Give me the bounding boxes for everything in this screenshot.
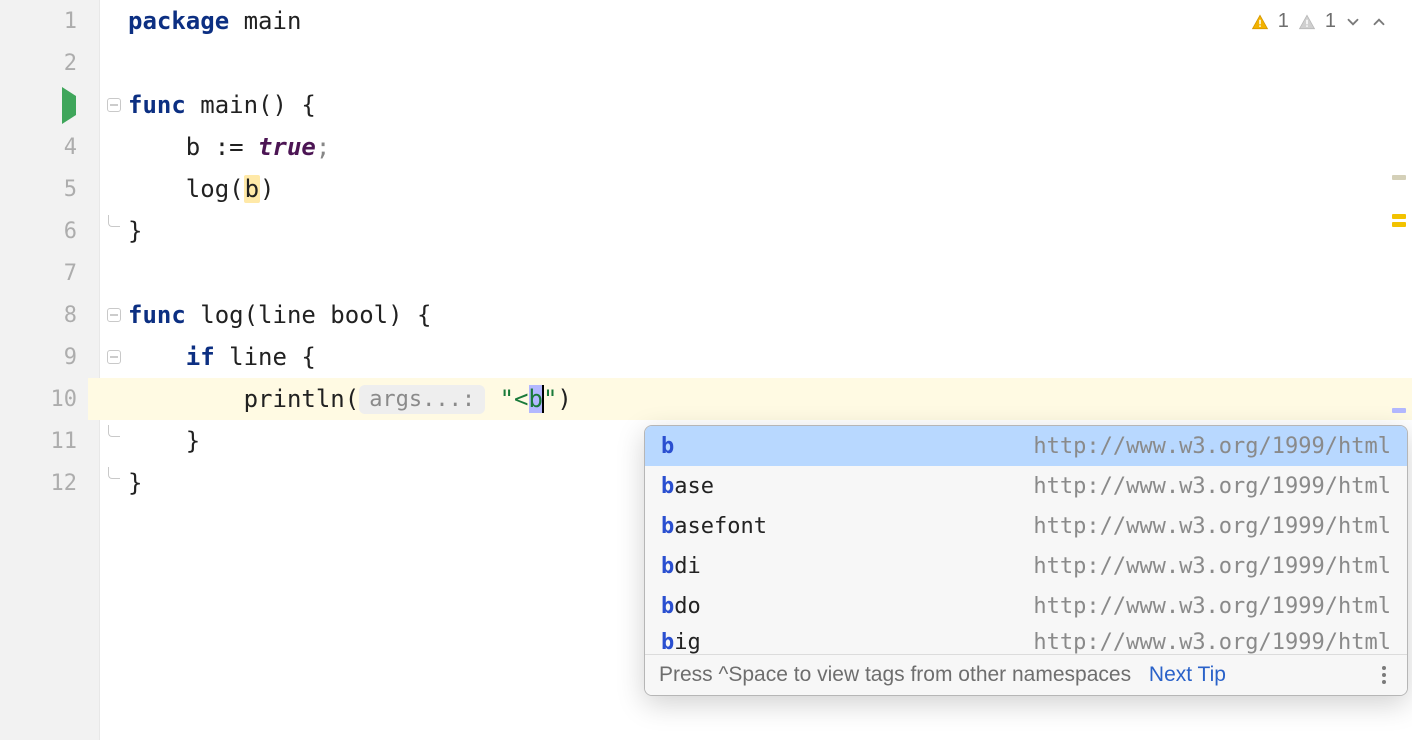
fold-end-icon[interactable] xyxy=(108,425,120,437)
code-line[interactable]: package main xyxy=(128,0,1412,42)
code-area[interactable]: package main func main() { b := true; lo… xyxy=(128,0,1412,740)
line-number: 1 xyxy=(64,9,77,34)
next-tip-link[interactable]: Next Tip xyxy=(1149,663,1226,686)
stripe-mark[interactable] xyxy=(1392,408,1406,413)
completion-item[interactable]: bdi http://www.w3.org/1999/html xyxy=(645,546,1407,586)
completion-footer: Press ^Space to view tags from other nam… xyxy=(645,654,1407,695)
code-line[interactable]: log(b) xyxy=(128,168,1412,210)
code-line[interactable]: if line { xyxy=(128,336,1412,378)
line-number: 12 xyxy=(51,471,78,496)
code-line[interactable]: b := true; xyxy=(128,126,1412,168)
code-line[interactable]: func log(line bool) { xyxy=(128,294,1412,336)
code-editor[interactable]: 1 2 3 4 5 6 7 8 9 10 11 12 xyxy=(0,0,1412,740)
line-number: 11 xyxy=(51,429,78,454)
code-line[interactable] xyxy=(128,42,1412,84)
completion-item[interactable]: big http://www.w3.org/1999/html xyxy=(645,626,1407,654)
fold-end-icon[interactable] xyxy=(108,215,120,227)
gutter: 1 2 3 4 5 6 7 8 9 10 11 12 xyxy=(0,0,100,740)
completion-item[interactable]: b http://www.w3.org/1999/html xyxy=(645,426,1407,466)
completion-item[interactable]: basefont http://www.w3.org/1999/html xyxy=(645,506,1407,546)
code-line[interactable]: } xyxy=(128,210,1412,252)
line-number: 8 xyxy=(64,303,77,328)
stripe-mark[interactable] xyxy=(1392,175,1406,180)
fold-end-icon[interactable] xyxy=(108,467,120,479)
run-gutter-icon[interactable] xyxy=(62,96,76,115)
weak-warning-count: 1 xyxy=(1325,10,1336,33)
completion-item[interactable]: bdo http://www.w3.org/1999/html xyxy=(645,586,1407,626)
code-line-active[interactable]: println(args...: "<b") xyxy=(88,378,1412,420)
line-number: 5 xyxy=(64,177,77,202)
code-line[interactable] xyxy=(128,252,1412,294)
line-number: 7 xyxy=(64,261,77,286)
line-number: 4 xyxy=(64,135,77,160)
line-number: 6 xyxy=(64,219,77,244)
inspections-widget[interactable]: 1 1 xyxy=(1250,10,1388,33)
completion-popup[interactable]: b http://www.w3.org/1999/html base http:… xyxy=(644,425,1408,696)
stripe-mark[interactable] xyxy=(1392,214,1406,219)
line-number: 2 xyxy=(64,51,77,76)
line-number: 9 xyxy=(64,345,77,370)
weak-warning-icon[interactable] xyxy=(1297,13,1317,31)
completion-hint-text: Press ^Space to view tags from other nam… xyxy=(659,663,1131,686)
fold-toggle-icon[interactable] xyxy=(107,98,121,112)
fold-gutter xyxy=(100,0,128,740)
prev-highlight-icon[interactable] xyxy=(1370,13,1388,31)
completion-item[interactable]: base http://www.w3.org/1999/html xyxy=(645,466,1407,506)
fold-toggle-icon[interactable] xyxy=(107,308,121,322)
parameter-hint: args...: xyxy=(359,385,485,414)
fold-toggle-icon[interactable] xyxy=(107,350,121,364)
more-menu-icon[interactable] xyxy=(1375,666,1393,684)
code-line[interactable]: func main() { xyxy=(128,84,1412,126)
stripe-mark[interactable] xyxy=(1392,222,1406,227)
line-number: 10 xyxy=(51,387,78,412)
next-highlight-icon[interactable] xyxy=(1344,13,1362,31)
warning-count: 1 xyxy=(1278,10,1289,33)
warning-icon[interactable] xyxy=(1250,13,1270,31)
